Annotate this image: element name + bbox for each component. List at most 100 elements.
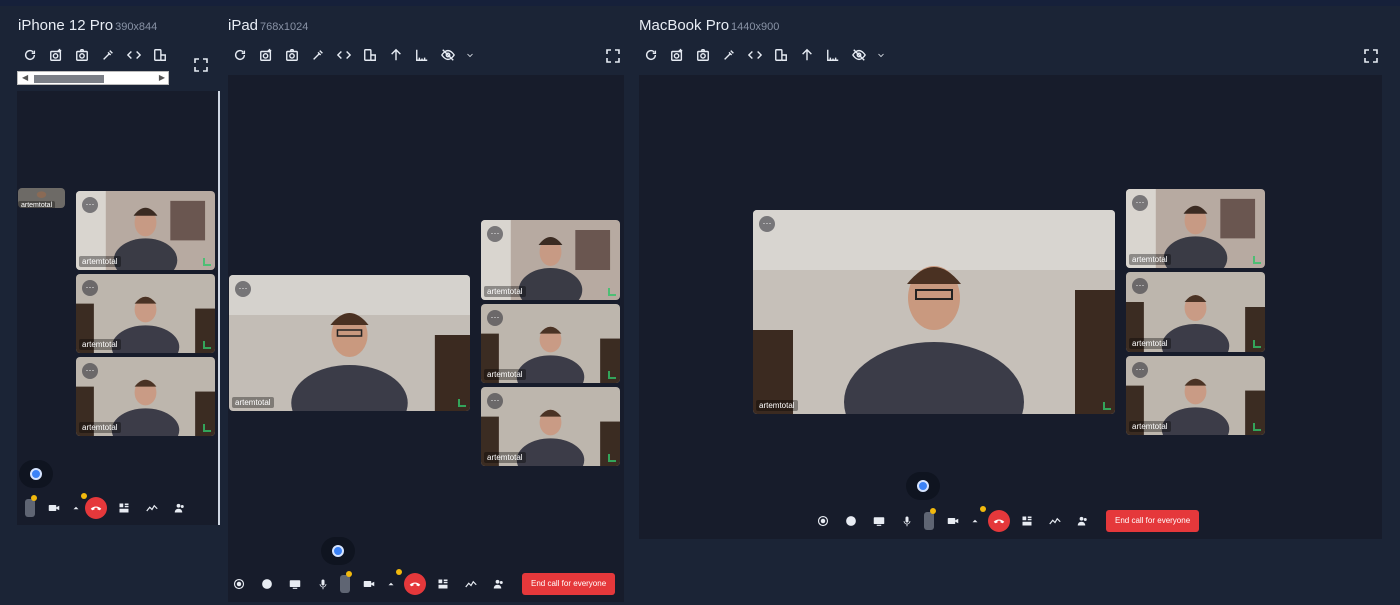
chevron-up-icon[interactable] [970,506,986,532]
camera-plus-icon[interactable] [48,47,64,63]
hang-up-button[interactable] [85,497,107,519]
camera-icon[interactable] [358,573,380,595]
more-options-icon[interactable]: ··· [487,310,503,326]
chevron-up-icon[interactable] [386,569,402,595]
fullscreen-icon[interactable] [194,58,208,72]
more-options-icon[interactable]: ··· [1132,362,1148,378]
ruler-icon[interactable] [825,47,841,63]
participant-name: artemtotal [79,256,121,267]
hang-up-button[interactable] [404,573,426,595]
chevron-down-icon[interactable] [466,47,474,63]
eye-off-icon[interactable] [440,47,456,63]
more-options-icon[interactable]: ··· [82,363,98,379]
video-tile[interactable]: ··· artemtotal [76,191,215,270]
device-title-ipad: iPad 768x1024 [228,17,308,34]
vertical-scrollbar[interactable] [218,91,220,525]
eyedropper-icon[interactable] [100,47,116,63]
eye-off-icon[interactable] [851,47,867,63]
microphone-icon[interactable] [312,573,334,595]
code-icon[interactable] [747,47,763,63]
fullscreen-icon[interactable] [1364,49,1378,63]
participants-icon[interactable] [488,573,510,595]
screenshot-icon[interactable] [74,47,90,63]
fullscreen-icon[interactable] [606,49,620,63]
camera-plus-icon[interactable] [258,47,274,63]
scroll-thumb[interactable] [34,75,104,83]
code-icon[interactable] [126,47,142,63]
eyedropper-icon[interactable] [310,47,326,63]
more-options-icon[interactable]: ··· [487,226,503,242]
video-tile[interactable]: ··· artemtotal [1126,189,1265,268]
screenshot-icon[interactable] [695,47,711,63]
horizontal-scrollbar[interactable]: ◀ ▶ [17,71,169,85]
mic-dropdown[interactable] [25,495,37,517]
refresh-icon[interactable] [643,47,659,63]
more-options-icon[interactable]: ··· [759,216,775,232]
chevron-up-icon[interactable] [71,493,87,519]
signal-icon [608,454,616,462]
camera-icon[interactable] [942,510,964,532]
eyedropper-icon[interactable] [721,47,737,63]
scroll-right-arrow[interactable]: ▶ [159,73,165,82]
layout-icon[interactable] [432,573,454,595]
video-tile[interactable]: ··· artemtotal [481,387,620,466]
emoji-icon[interactable] [256,573,278,595]
video-tile[interactable]: ··· artemtotal [1126,356,1265,435]
participants-icon[interactable] [1072,510,1094,532]
more-options-icon[interactable]: ··· [487,393,503,409]
video-tile-main[interactable]: ··· artemtotal [753,210,1115,414]
end-call-for-everyone-button[interactable]: End call for everyone [1106,510,1200,532]
camera-plus-icon[interactable] [669,47,685,63]
video-tile[interactable]: ··· artemtotal [1126,272,1265,352]
camera-icon[interactable] [43,497,65,519]
signal-icon [1253,340,1261,348]
layout-icon[interactable] [1016,510,1038,532]
video-tile[interactable]: ··· artemtotal [481,304,620,383]
record-icon[interactable] [812,510,834,532]
mic-dropdown[interactable] [340,571,352,593]
screen-share-icon[interactable] [284,573,306,595]
screenshot-icon[interactable] [284,47,300,63]
signal-icon [1253,423,1261,431]
more-options-icon[interactable]: ··· [82,197,98,213]
mic-dropdown[interactable] [924,508,936,530]
video-tile[interactable]: ··· artemtotal [76,357,215,436]
more-options-icon[interactable]: ··· [1132,195,1148,211]
participant-name: artemtotal [79,422,121,433]
end-call-for-everyone-button[interactable]: End call for everyone [522,573,616,595]
ruler-icon[interactable] [414,47,430,63]
refresh-icon[interactable] [22,47,38,63]
record-button[interactable] [321,537,355,565]
more-options-icon[interactable]: ··· [82,280,98,296]
refresh-icon[interactable] [232,47,248,63]
scroll-left-arrow[interactable]: ◀ [22,73,28,82]
more-options-icon[interactable]: ··· [1132,278,1148,294]
microphone-icon[interactable] [896,510,918,532]
chevron-down-icon[interactable] [877,47,885,63]
record-icon[interactable] [228,573,250,595]
rotate-icon[interactable] [362,47,378,63]
rotate-icon[interactable] [773,47,789,63]
stats-icon[interactable] [460,573,482,595]
participant-name: artemtotal [1129,254,1171,265]
layout-icon[interactable] [113,497,135,519]
video-tile[interactable]: ··· artemtotal [481,220,620,300]
arrow-up-icon[interactable] [799,47,815,63]
video-tile-small[interactable]: artemtotal [18,188,65,208]
video-tile[interactable]: ··· artemtotal [76,274,215,353]
device-title-macbook: MacBook Pro 1440x900 [639,17,779,34]
participants-icon[interactable] [169,497,191,519]
screen-share-icon[interactable] [868,510,890,532]
participant-name: artemtotal [18,201,56,208]
record-button[interactable] [906,472,940,500]
record-button[interactable] [19,460,53,488]
hang-up-button[interactable] [988,510,1010,532]
arrow-up-icon[interactable] [388,47,404,63]
code-icon[interactable] [336,47,352,63]
emoji-icon[interactable] [840,510,862,532]
video-tile-main[interactable]: ··· artemtotal [229,275,470,411]
stats-icon[interactable] [141,497,163,519]
more-options-icon[interactable]: ··· [235,281,251,297]
rotate-icon[interactable] [152,47,168,63]
stats-icon[interactable] [1044,510,1066,532]
